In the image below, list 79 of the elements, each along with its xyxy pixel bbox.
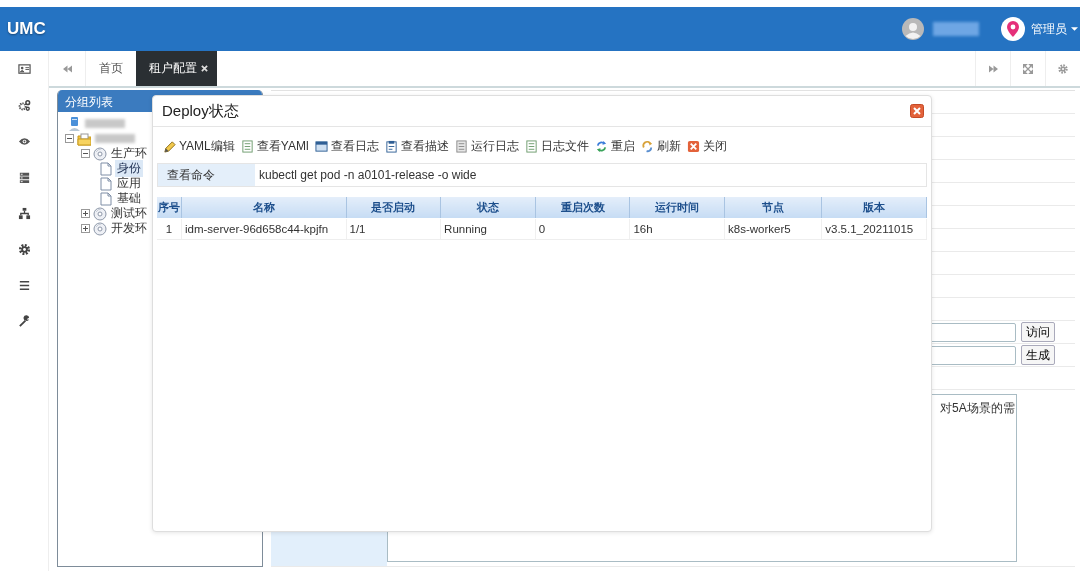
column-header[interactable]: 版本: [821, 197, 927, 219]
user-menu[interactable]: 管理员: [1025, 20, 1080, 38]
column-header[interactable]: 是否启动: [346, 197, 441, 219]
restart-icon: [594, 139, 608, 153]
list-icon: [524, 139, 538, 153]
toolbar-button[interactable]: 运行日志: [452, 137, 523, 155]
table-cell: 16h: [629, 218, 725, 240]
blurred-label: [933, 22, 979, 36]
table-cell: 1: [157, 218, 182, 240]
tree-item[interactable]: 测试环: [109, 205, 149, 222]
close-icon: [686, 139, 700, 153]
tree-item[interactable]: 应用: [115, 175, 143, 192]
wrench-icon[interactable]: [17, 315, 31, 328]
pencil-icon: [163, 139, 176, 153]
disc-icon: [93, 206, 107, 221]
folder-icon: [77, 131, 91, 146]
caret-icon: [1071, 27, 1078, 31]
double-left-arrow-icon: [62, 64, 72, 73]
column-header[interactable]: 运行时间: [629, 197, 725, 219]
window-icon: [314, 139, 328, 153]
expand-toggle-icon[interactable]: [81, 209, 90, 218]
form-button[interactable]: 访问: [1021, 322, 1055, 342]
toolbar-button[interactable]: 关闭: [684, 137, 731, 155]
avatar-icon[interactable]: [902, 18, 924, 40]
blurred-label: [95, 134, 135, 143]
location-pin-icon: [1001, 17, 1025, 41]
disc-icon: [93, 146, 107, 161]
tree-item[interactable]: 基础: [115, 190, 143, 207]
table-cell: idm-server-96d658c44-kpjfn: [181, 218, 346, 240]
table-cell: v3.5.1_20211015: [821, 218, 927, 240]
toolbar-button[interactable]: 查看YAMl: [238, 137, 313, 155]
document-icon: [454, 139, 468, 153]
toolbar-button[interactable]: 查看描述: [382, 137, 453, 155]
table-cell: 0: [535, 218, 630, 240]
page-icon: [99, 191, 113, 206]
column-header[interactable]: 序号: [157, 197, 182, 219]
gear-icon[interactable]: [17, 243, 31, 256]
collapse-toggle-icon[interactable]: [81, 149, 90, 158]
page-icon: [99, 161, 113, 176]
command-text: kubectl get pod -n a0101-release -o wide: [258, 168, 477, 182]
app-logo: UMC: [7, 19, 46, 39]
table-cell: Running: [440, 218, 536, 240]
tree-item[interactable]: 生产环: [109, 145, 149, 162]
collapse-toggle-icon[interactable]: [65, 134, 74, 143]
server-icon[interactable]: [17, 171, 31, 184]
toolbar-button[interactable]: YAML编辑: [161, 137, 239, 155]
form-button[interactable]: 生成: [1021, 345, 1055, 365]
toolbar-button[interactable]: 重启: [592, 137, 639, 155]
clipboard-icon: [384, 139, 398, 153]
column-header[interactable]: 节点: [724, 197, 822, 219]
tab[interactable]: 租户配置: [136, 51, 217, 86]
expand-toggle-icon[interactable]: [81, 224, 90, 233]
command-label: 查看命令: [158, 164, 255, 186]
id-card-icon[interactable]: [17, 63, 31, 76]
description-text: 对5A场景的需: [940, 400, 1015, 417]
toolbar-button[interactable]: 查看日志: [312, 137, 383, 155]
table-cell: 1/1: [346, 218, 441, 240]
gears-icon[interactable]: [17, 99, 31, 112]
disc-icon: [93, 221, 107, 236]
column-header[interactable]: 重启次数: [535, 197, 630, 219]
menu-icon[interactable]: [17, 279, 31, 292]
server-user-icon: [67, 116, 81, 131]
close-icon[interactable]: [910, 104, 924, 118]
settings-icon: [1058, 63, 1068, 74]
fullscreen-icon: [1023, 63, 1033, 74]
blurred-label: [85, 119, 125, 128]
table-cell: k8s-worker5: [724, 218, 822, 240]
list-icon: [240, 139, 254, 153]
toolbar-button[interactable]: 刷新: [638, 137, 685, 155]
toolbar-button[interactable]: 日志文件: [522, 137, 593, 155]
eye-icon[interactable]: [17, 135, 31, 148]
double-right-arrow-icon: [988, 64, 998, 73]
page-icon: [99, 176, 113, 191]
column-header[interactable]: 状态: [440, 197, 536, 219]
tree-item[interactable]: 开发环: [109, 220, 149, 237]
column-header[interactable]: 名称: [181, 197, 346, 219]
refresh-icon: [640, 139, 654, 153]
tree-item[interactable]: 身份: [115, 160, 143, 177]
sitemap-icon[interactable]: [17, 207, 31, 220]
